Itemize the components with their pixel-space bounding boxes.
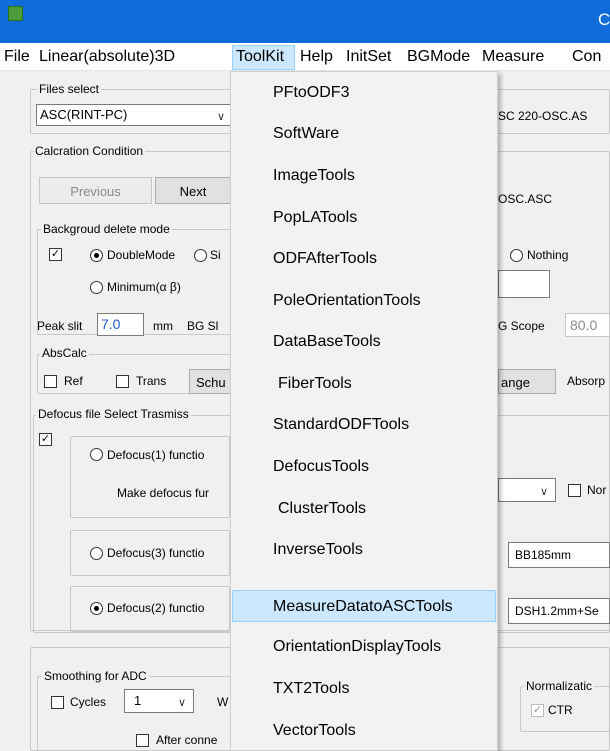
abscalc-legend: AbsCalc (40, 346, 89, 360)
background-mode-legend: Backgroud delete mode (41, 222, 172, 236)
trans-label: Trans (136, 374, 167, 388)
menu-file[interactable]: File (4, 48, 30, 66)
defocus-func3-radio[interactable] (90, 547, 103, 560)
menu-linear-3d[interactable]: Linear(absolute)3D (39, 48, 175, 66)
peak-slit-input[interactable]: 7.0 (97, 313, 144, 336)
cycles-checkbox[interactable] (51, 696, 64, 709)
minimum-radio[interactable] (90, 281, 103, 294)
mm-label: mm (153, 319, 173, 333)
peak-slit-label: Peak slit (37, 319, 83, 333)
calc-condition-legend: Calcration Condition (33, 144, 146, 158)
nothing-label: Nothing (527, 248, 569, 262)
defocus-legend: Defocus file Select Trasmiss (36, 407, 191, 421)
bg-scope-label: G Scope (498, 319, 545, 333)
app-icon (8, 6, 23, 21)
menu-item-vectortools[interactable]: VectorTools (232, 715, 496, 747)
title-bar (0, 0, 610, 43)
double-mode-label: DoubleMode (107, 248, 176, 262)
trans-checkbox[interactable] (116, 375, 129, 388)
ctr-checkbox[interactable]: ✓ (531, 704, 544, 717)
ref-checkbox[interactable] (44, 375, 57, 388)
window-title: C (598, 10, 610, 29)
change-button[interactable]: ange (498, 369, 556, 394)
make-defocus-label: Make defocus fur (117, 486, 210, 500)
absorp-label: Absorp (567, 374, 606, 388)
defocus-func3-input[interactable]: BB185mm (508, 542, 610, 568)
background-value-input[interactable] (498, 270, 550, 298)
ref-label: Ref (64, 374, 83, 388)
single-mode-radio[interactable] (194, 249, 207, 262)
bg-sl-label: BG Sl (187, 319, 219, 333)
nothing-radio[interactable] (510, 249, 523, 262)
menu-item-measuredatatoasctools[interactable]: MeasureDatatoASCTools (232, 590, 496, 622)
after-label: After conne (156, 733, 218, 747)
defocus-func1-radio[interactable] (90, 448, 103, 461)
defocus-func2-radio[interactable] (90, 602, 103, 615)
menu-item-inversetools[interactable]: InverseTools (232, 534, 496, 566)
menu-bgmode[interactable]: BGMode (407, 48, 470, 66)
calc-right-text: OSC.ASC (498, 192, 553, 206)
menu-item-imagetools[interactable]: ImageTools (232, 160, 496, 192)
menu-measure[interactable]: Measure (482, 48, 544, 66)
menu-item-databasetools[interactable]: DataBaseTools (232, 326, 496, 358)
defocus-func2-label: Defocus(2) functio (107, 601, 205, 615)
chevron-down-icon: ∨ (178, 697, 187, 709)
menu-item-poleorientationtools[interactable]: PoleOrientationTools (232, 285, 496, 317)
chevron-down-icon: ∨ (217, 111, 226, 123)
double-mode-radio[interactable] (90, 249, 103, 262)
nor-checkbox[interactable] (568, 484, 581, 497)
ctr-label: CTR (548, 703, 573, 717)
menu-con[interactable]: Con (572, 48, 601, 66)
files-select-legend: Files select (37, 82, 102, 96)
menu-item-fibertools[interactable]: FiberTools (232, 368, 496, 400)
menu-item-txt2tools[interactable]: TXT2Tools (232, 673, 496, 705)
menu-item-orientationdisplaytools[interactable]: OrientationDisplayTools (232, 631, 496, 663)
next-button[interactable]: Next (155, 177, 231, 204)
chevron-down-icon: ∨ (540, 486, 549, 498)
defocus-func2-input[interactable]: DSH1.2mm+Se (508, 598, 610, 624)
menu-item-clustertools[interactable]: ClusterTools (232, 493, 496, 525)
schu-button[interactable]: Schu (189, 369, 233, 394)
defocus-checkbox[interactable]: ✓ (39, 433, 52, 446)
after-checkbox[interactable] (136, 734, 149, 747)
w-label: W (217, 695, 229, 709)
background-mode-checkbox[interactable]: ✓ (49, 248, 62, 261)
menu-item-defocustools[interactable]: DefocusTools (232, 451, 496, 483)
single-mode-label: Si (210, 248, 221, 262)
defocus-func3-label: Defocus(3) functio (107, 546, 205, 560)
cycles-value: 1 (134, 693, 142, 708)
menu-initset[interactable]: InitSet (346, 48, 391, 66)
menu-item-pftoodf3[interactable]: PFtoODF3 (232, 77, 496, 109)
cycles-label: Cycles (70, 695, 107, 709)
toolkit-dropdown-menu: PFtoODF3 SoftWare ImageTools PopLATools … (230, 71, 498, 751)
nor-label: Nor (587, 483, 607, 497)
previous-button[interactable]: Previous (39, 177, 152, 204)
menu-item-odfaftertools[interactable]: ODFAfterTools (232, 243, 496, 275)
minimum-label: Minimum(α β) (107, 280, 181, 294)
smoothing-legend: Smoothing for ADC (42, 669, 149, 683)
menu-item-software[interactable]: SoftWare (232, 118, 496, 150)
menu-help[interactable]: Help (300, 48, 333, 66)
files-right-text: SC 220-OSC.AS (498, 109, 588, 123)
normalization-legend: Normalizatic (524, 679, 595, 693)
bg-scope-input[interactable]: 80.0 (565, 313, 610, 337)
menu-item-standardodftools[interactable]: StandardODFTools (232, 409, 496, 441)
menu-item-poplatools[interactable]: PopLATools (232, 202, 496, 234)
defocus-func1-label: Defocus(1) functio (107, 448, 205, 462)
files-select-value: ASC(RINT-PC) (40, 107, 128, 122)
menu-toolkit[interactable]: ToolKit (236, 48, 284, 66)
